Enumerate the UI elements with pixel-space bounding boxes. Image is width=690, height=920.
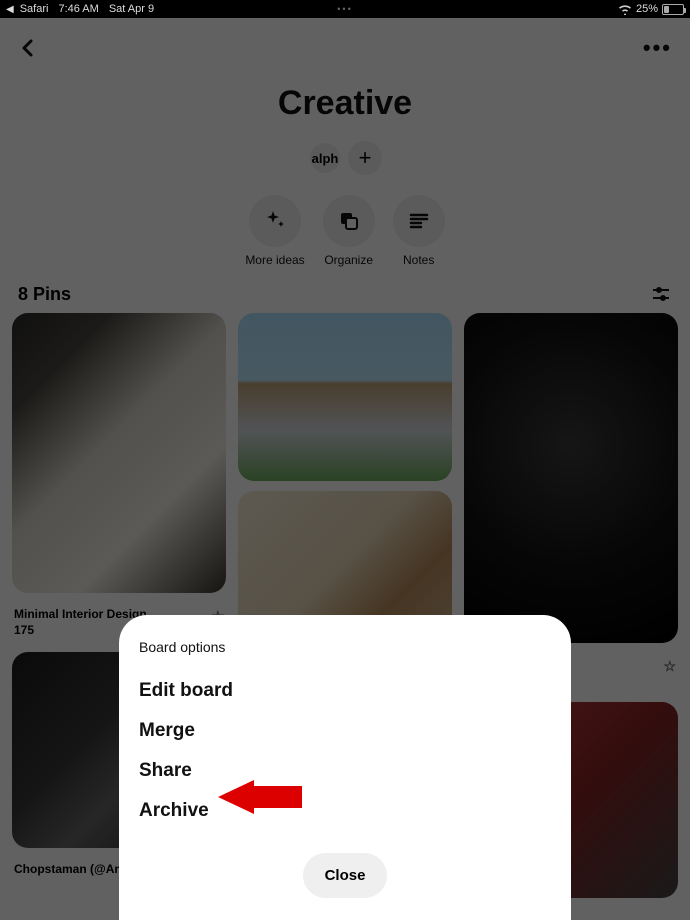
- close-button[interactable]: Close: [303, 853, 388, 898]
- share-option[interactable]: Share: [135, 751, 555, 791]
- sheet-heading: Board options: [135, 635, 555, 671]
- battery-pct: 25%: [636, 3, 658, 15]
- battery-icon: [662, 4, 684, 15]
- edit-board-option[interactable]: Edit board: [135, 671, 555, 711]
- board-options-sheet: Board options Edit board Merge Share Arc…: [119, 615, 571, 920]
- app-content: ••• Creative alph + More ideas Organize: [0, 18, 690, 920]
- wifi-icon: [618, 4, 632, 15]
- back-to-app-chevron-icon[interactable]: ◀: [6, 4, 14, 15]
- archive-option[interactable]: Archive: [135, 791, 555, 831]
- merge-option[interactable]: Merge: [135, 711, 555, 751]
- home-indicator-dots-icon: •••: [337, 4, 352, 14]
- back-to-app-label[interactable]: Safari: [20, 3, 49, 15]
- status-time: 7:46 AM: [58, 3, 98, 15]
- ios-status-bar: ◀ Safari 7:46 AM Sat Apr 9 ••• 25%: [0, 0, 690, 18]
- status-date: Sat Apr 9: [109, 3, 154, 15]
